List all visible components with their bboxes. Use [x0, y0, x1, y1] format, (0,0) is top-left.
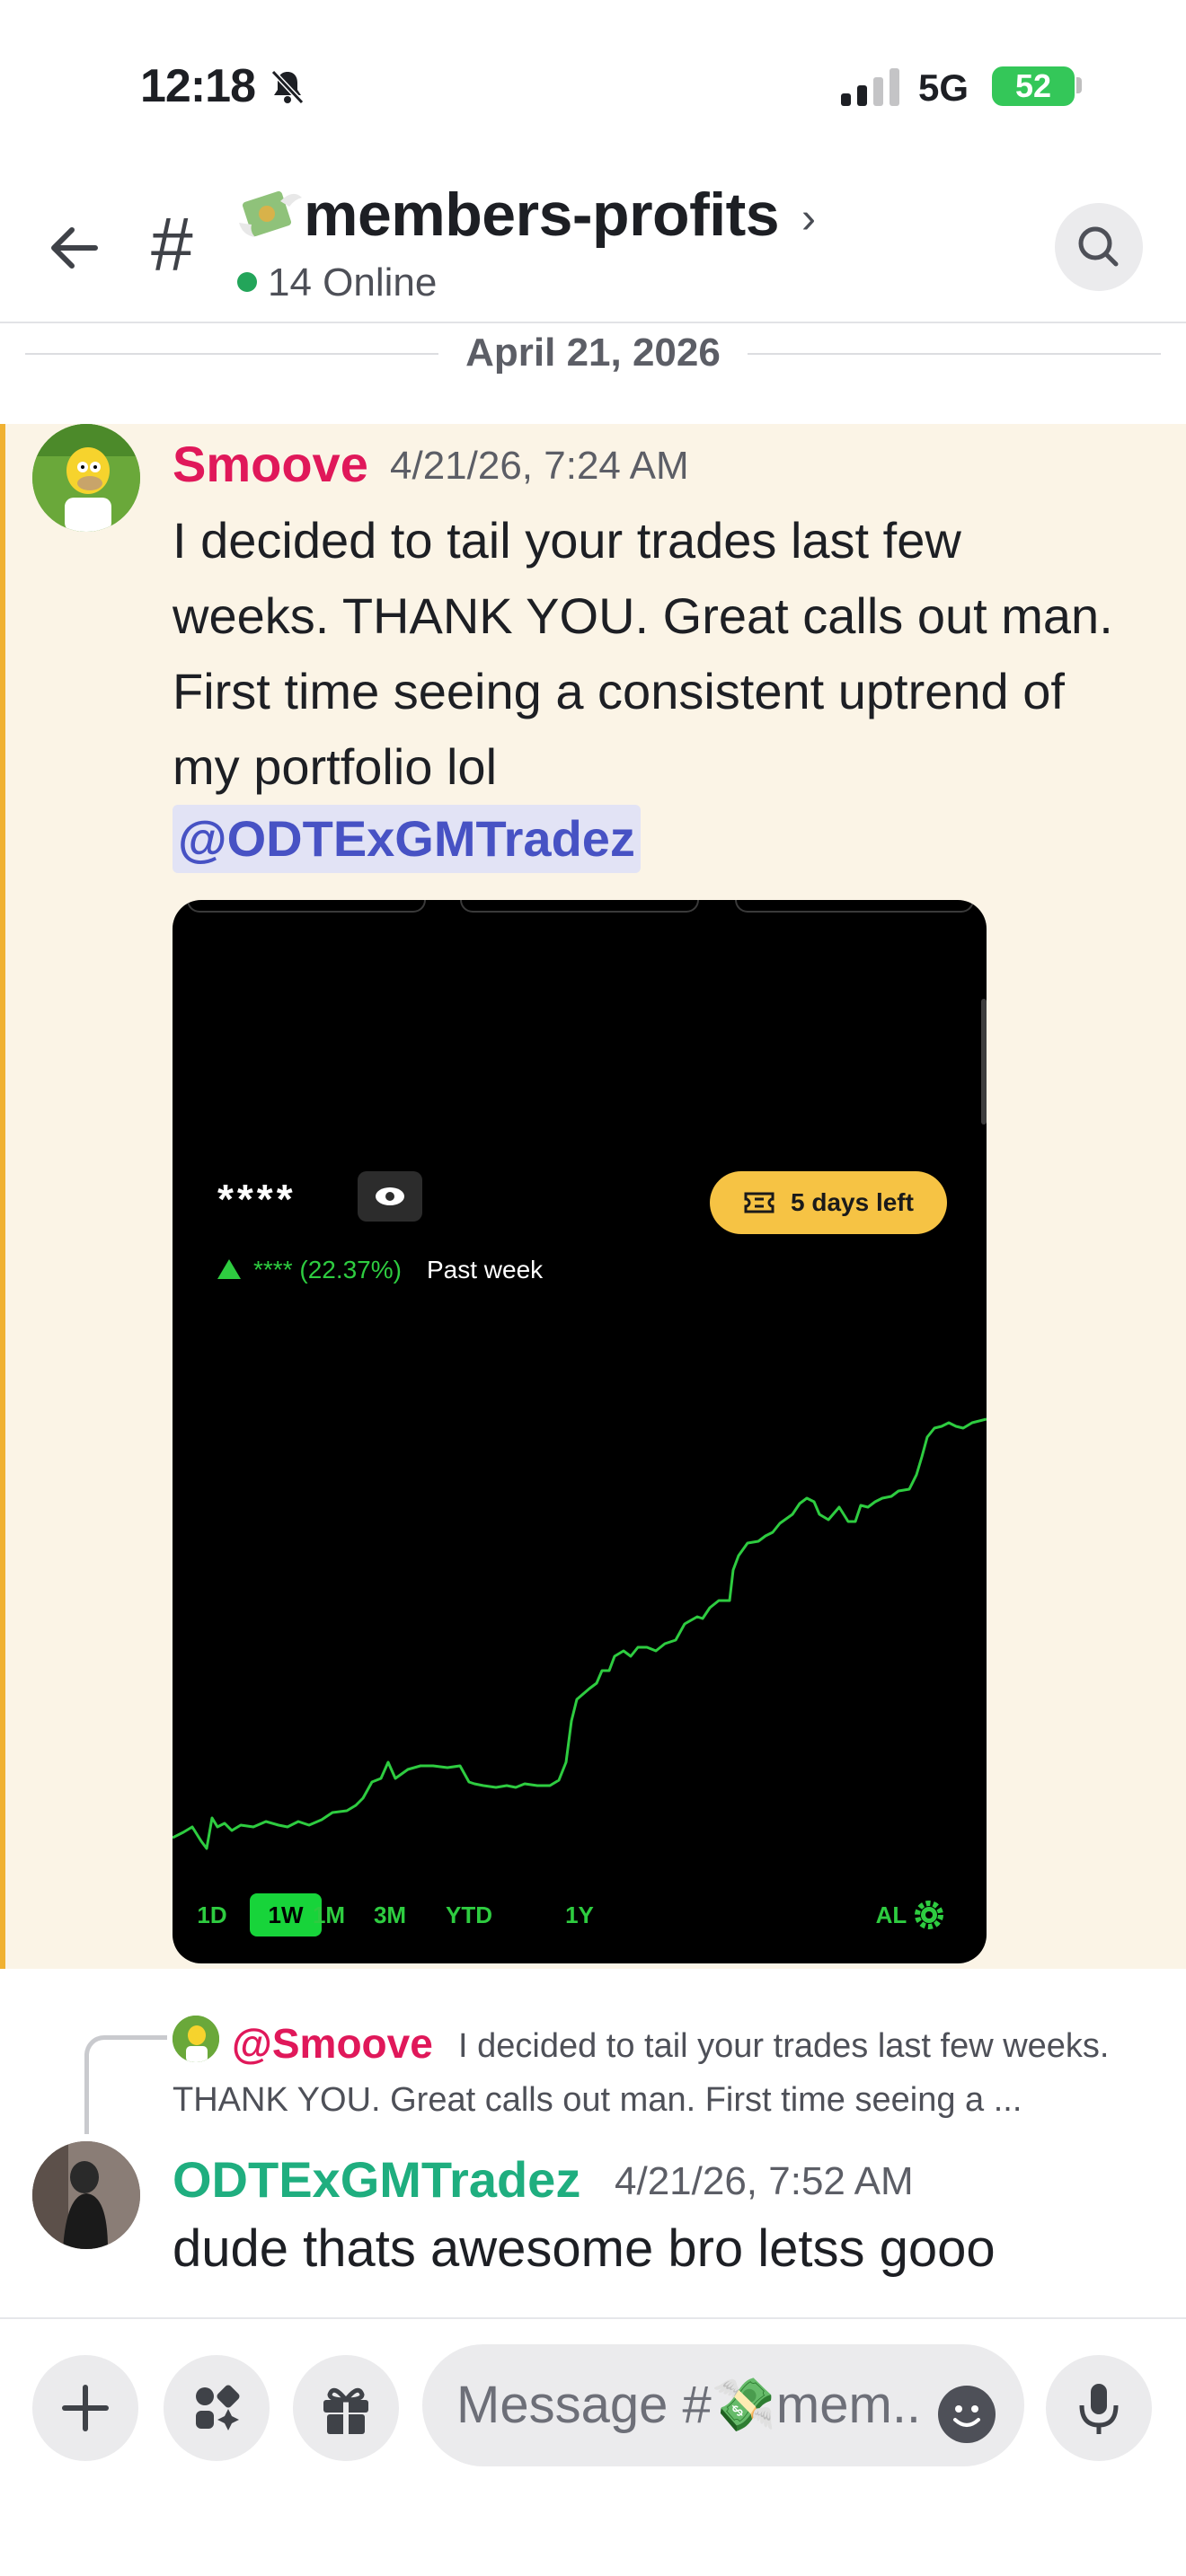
search-button[interactable]: [1055, 203, 1143, 291]
battery-level: 52: [1014, 67, 1052, 104]
perf-period: Past week: [427, 1256, 544, 1284]
message-input[interactable]: Message #💸mem..: [422, 2344, 1024, 2466]
apps-button[interactable]: [164, 2355, 270, 2461]
smile-icon: [953, 2405, 980, 2427]
status-time: 12:18: [140, 60, 256, 112]
date-divider: April 21, 2026: [25, 327, 1161, 381]
gift-icon: [323, 2387, 368, 2434]
reply-connector: [84, 2035, 167, 2134]
trial-pill-label: 5 days left: [791, 1188, 914, 1216]
microphone-icon: [1079, 2384, 1119, 2434]
search-icon: [1078, 226, 1119, 267]
ticket-icon: [744, 1192, 774, 1213]
add-attachment-button[interactable]: [32, 2355, 138, 2461]
eye-icon: [376, 1187, 404, 1205]
money-with-wings-icon: [239, 190, 302, 237]
author-name[interactable]: ODTExGMTradez: [173, 2150, 580, 2209]
emoji-button[interactable]: [938, 2386, 996, 2443]
embed-scrollbar: [981, 999, 987, 1125]
embed-top-tab: [187, 900, 426, 913]
gear-icon: [915, 1901, 943, 1929]
battery-tip: [1076, 77, 1082, 93]
online-status-dot: [237, 272, 257, 292]
embed-top-tab: [735, 900, 974, 913]
gift-button[interactable]: [293, 2355, 399, 2461]
range-tab-ytd: YTD: [446, 1901, 492, 1928]
message-timestamp: 4/21/26, 7:24 AM: [390, 444, 689, 488]
channel-name[interactable]: members-profits: [304, 180, 780, 250]
user-mention[interactable]: @ODTExGMTradez: [173, 805, 641, 873]
message-placeholder: Message #💸mem..: [456, 2376, 922, 2434]
portfolio-chart: [173, 1417, 987, 1850]
network-type: 5G: [918, 66, 969, 109]
highlight-bar: [0, 424, 5, 1969]
range-tab-1y: 1Y: [565, 1901, 594, 1928]
signal-icon: [841, 68, 899, 106]
message-text: dude thats awesome bro letss gooo: [173, 2219, 996, 2278]
hash-icon: #: [151, 202, 193, 287]
chevron-right-icon[interactable]: ›: [801, 194, 816, 243]
trial-pill: 5 days left: [710, 1171, 947, 1234]
avatar-odtexgmtradez[interactable]: [32, 2141, 140, 2249]
message-timestamp: 4/21/26, 7:52 AM: [615, 2159, 914, 2203]
chart-line: [173, 1417, 987, 1850]
apps-icon: [196, 2385, 240, 2430]
bell-off-icon: [270, 69, 305, 105]
plus-icon: [62, 2385, 109, 2431]
back-arrow-icon[interactable]: [40, 212, 111, 284]
battery-indicator: 52: [992, 66, 1075, 106]
divider-line-right: [748, 353, 1161, 355]
range-tab-1d: 1D: [197, 1901, 227, 1928]
image-attachment[interactable]: **** 5 days left **** (22.37%) Past week…: [173, 900, 987, 1963]
online-count: 14 Online: [268, 260, 438, 304]
author-name[interactable]: Smoove: [173, 435, 368, 493]
avatar-image: [32, 2141, 140, 2249]
range-tab-all: AL: [875, 1901, 907, 1928]
voice-message-button[interactable]: [1046, 2355, 1152, 2461]
embed-top-tab: [460, 900, 699, 913]
channel-header: # members-profits › 14 Online: [0, 162, 1186, 323]
avatar-smoove[interactable]: [32, 424, 140, 532]
avatar-image: [32, 424, 140, 532]
range-tab-3m: 3M: [373, 1901, 407, 1928]
eye-toggle: [358, 1171, 422, 1222]
range-tab-1m: 1M: [312, 1901, 346, 1928]
status-bar: 12:18 5G 52: [0, 0, 1186, 162]
message-composer: Message #💸mem..: [0, 2317, 1186, 2576]
reply-author[interactable]: @Smoove: [232, 2019, 433, 2068]
message-text: I decided to tail your trades last few w…: [173, 512, 1113, 795]
perf-change: **** (22.37%): [253, 1256, 402, 1284]
triangle-up-icon: [217, 1259, 241, 1279]
balance-masked: ****: [217, 1176, 296, 1222]
